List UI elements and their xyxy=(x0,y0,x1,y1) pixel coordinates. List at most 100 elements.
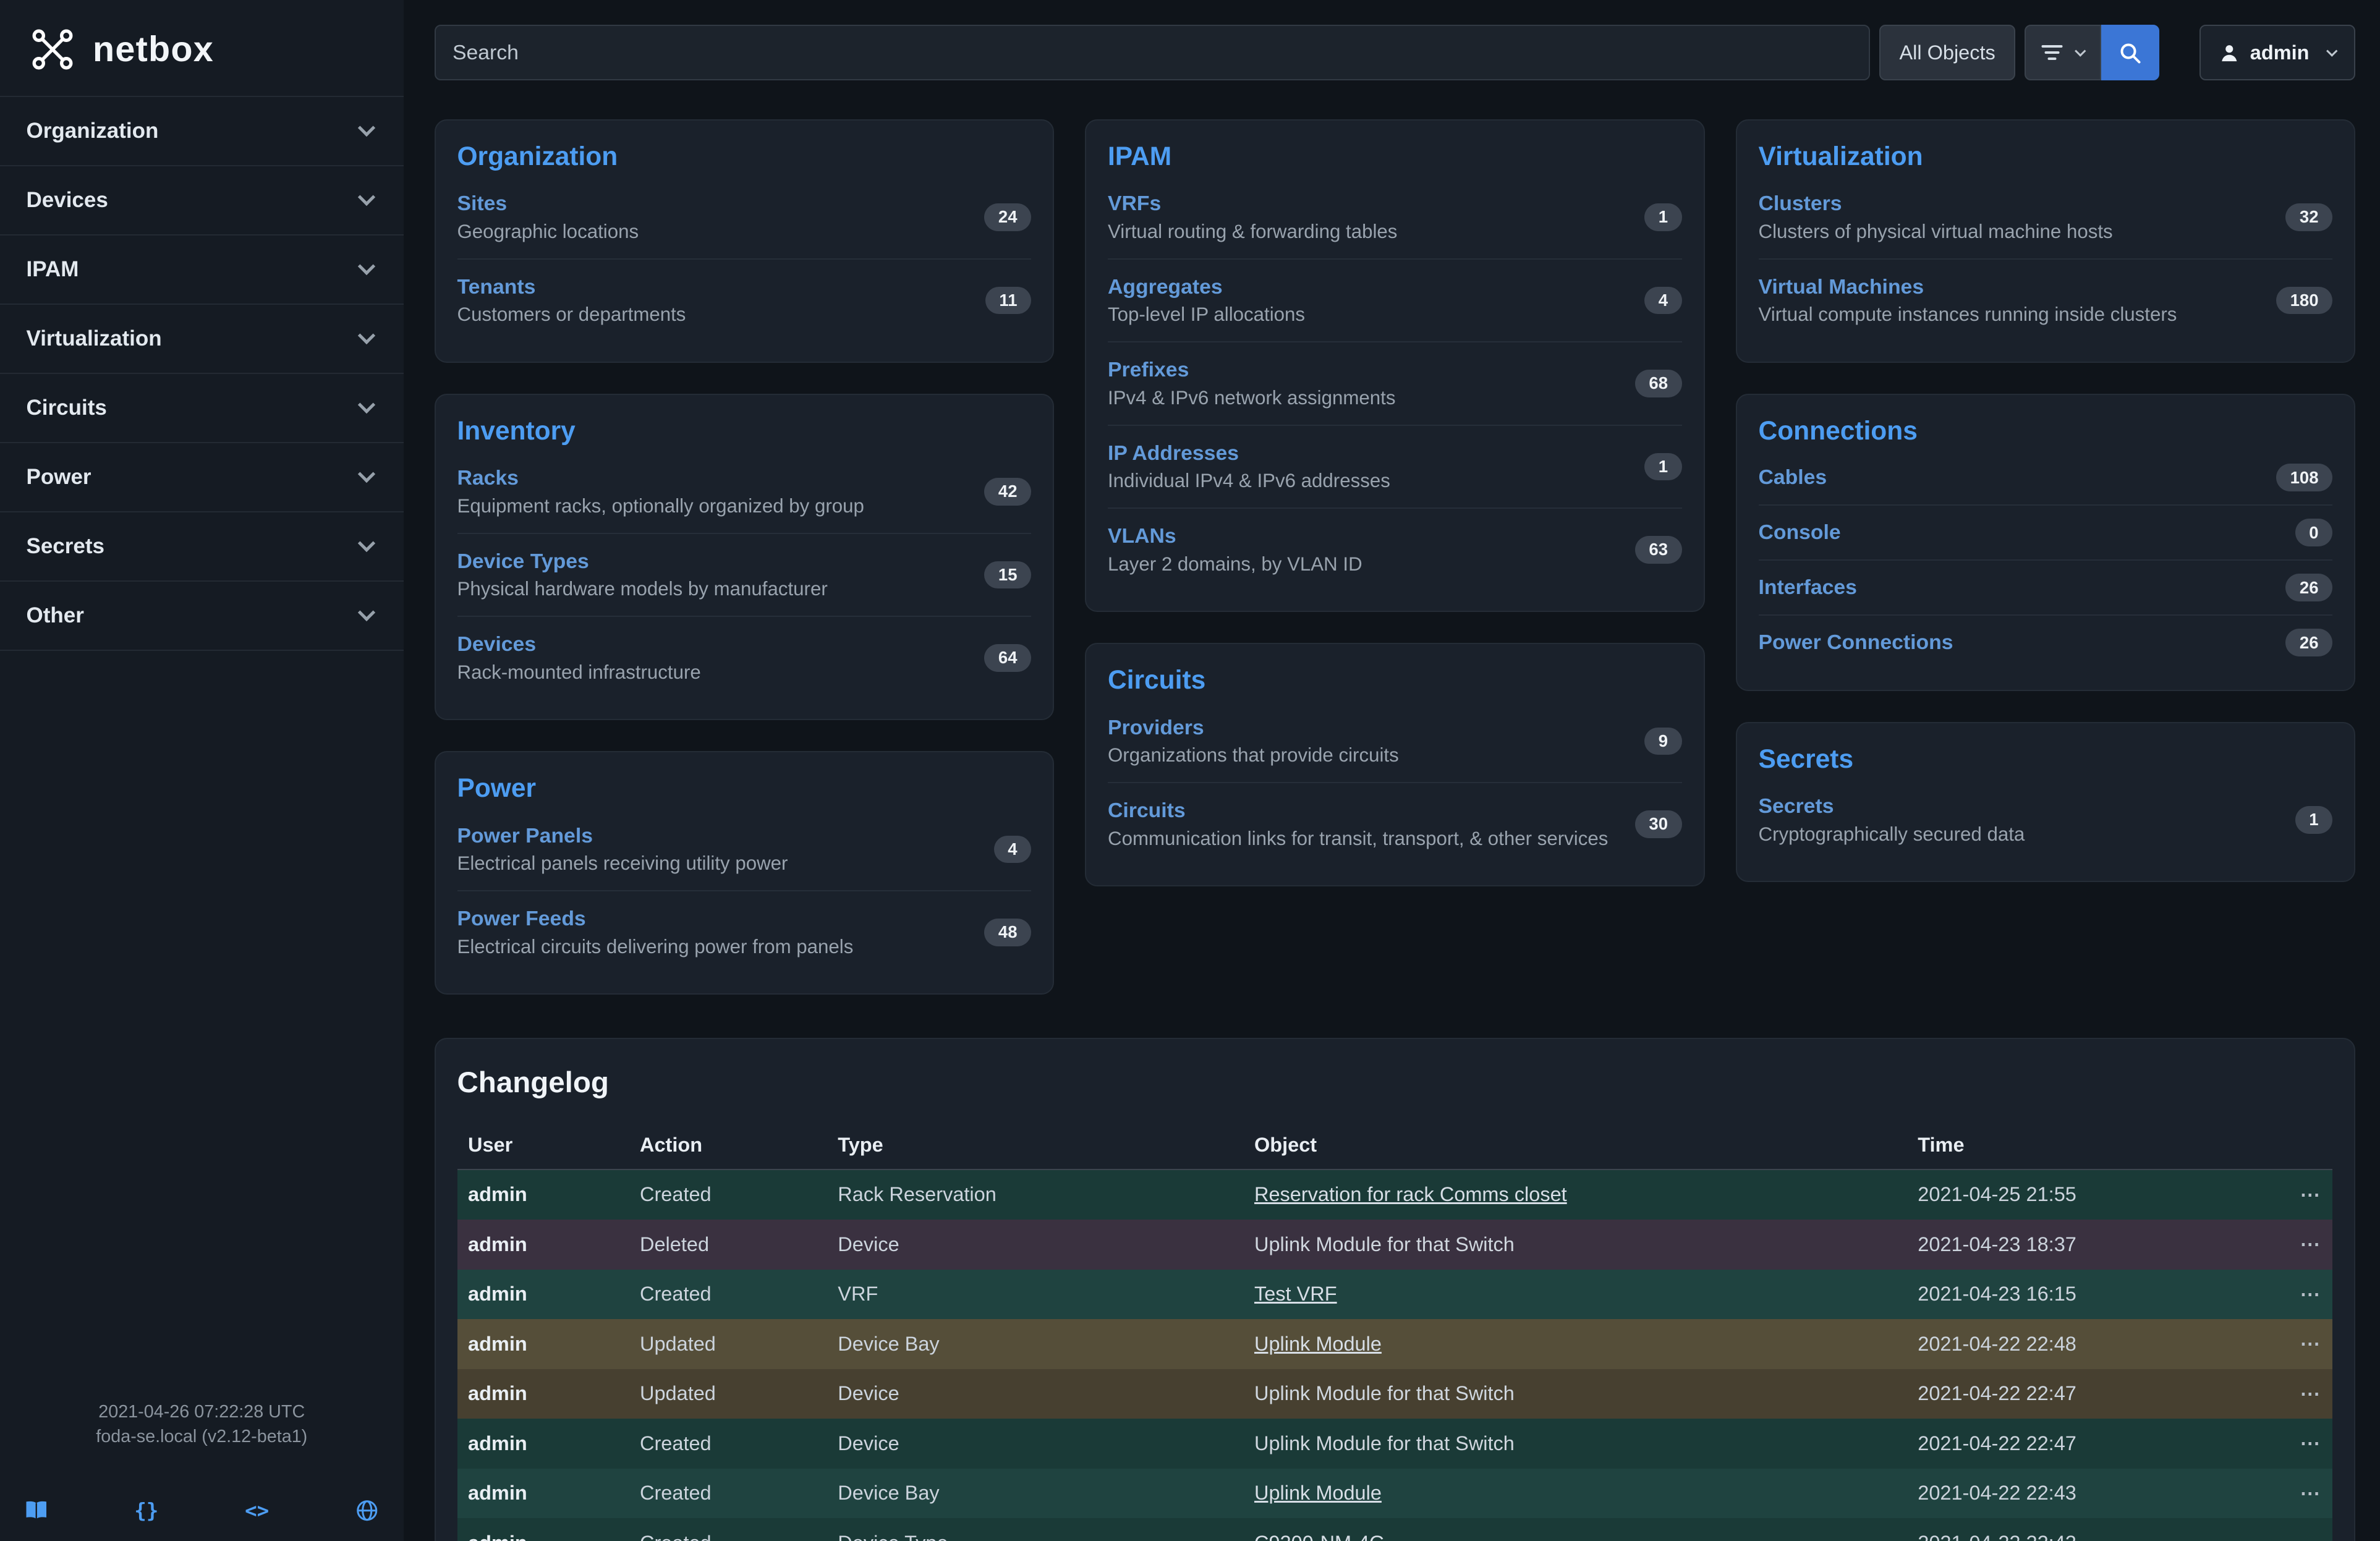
list-item[interactable]: Power Connections 26 xyxy=(1759,614,2333,669)
card-organization: Organization Sites Geographic locations … xyxy=(435,119,1055,363)
item-desc: Physical hardware models by manufacturer xyxy=(457,578,828,600)
object-link[interactable]: Uplink Module xyxy=(1254,1482,1382,1504)
count-badge: 24 xyxy=(984,203,1031,231)
row-actions-icon[interactable]: ⋯ xyxy=(2300,1184,2322,1206)
brand[interactable]: netbox xyxy=(0,0,404,96)
list-item[interactable]: Virtual Machines Virtual compute instanc… xyxy=(1759,258,2333,342)
item-name: VRFs xyxy=(1108,192,1397,216)
list-item[interactable]: VRFs Virtual routing & forwarding tables… xyxy=(1108,176,1682,258)
rest-api-braces-icon[interactable]: {} xyxy=(134,1499,158,1522)
row-actions-icon[interactable]: ⋯ xyxy=(2300,1233,2322,1255)
list-item[interactable]: Console 0 xyxy=(1759,504,2333,559)
row-actions-icon[interactable]: ⋯ xyxy=(2300,1482,2322,1505)
list-item[interactable]: Providers Organizations that provide cir… xyxy=(1108,700,1682,783)
sidebar-item-label: Secrets xyxy=(27,534,104,559)
item-desc: Cryptographically secured data xyxy=(1759,823,2025,846)
list-item[interactable]: Circuits Communication links for transit… xyxy=(1108,782,1682,865)
search-input[interactable] xyxy=(435,25,1871,80)
item-name: Prefixes xyxy=(1108,358,1396,382)
sidebar-item-secrets[interactable]: Secrets xyxy=(0,512,404,582)
list-item[interactable]: Clusters Clusters of physical virtual ma… xyxy=(1759,176,2333,258)
list-item[interactable]: Device Types Physical hardware models by… xyxy=(457,533,1032,616)
cell-object: Uplink Module for that Switch xyxy=(1243,1220,1906,1270)
code-icon[interactable]: <> xyxy=(245,1499,269,1522)
list-item[interactable]: IP Addresses Individual IPv4 & IPv6 addr… xyxy=(1108,425,1682,508)
col-header-user: User xyxy=(457,1121,629,1170)
item-name: Interfaces xyxy=(1759,575,1857,600)
count-badge: 26 xyxy=(2285,574,2332,601)
card-title: Inventory xyxy=(457,417,1032,446)
list-item[interactable]: Prefixes IPv4 & IPv6 network assignments… xyxy=(1108,341,1682,425)
item-name: Racks xyxy=(457,466,864,490)
user-icon xyxy=(2219,43,2240,63)
count-badge: 68 xyxy=(1635,370,1682,397)
sidebar-item-ipam[interactable]: IPAM xyxy=(0,236,404,305)
row-actions-icon[interactable]: ⋯ xyxy=(2300,1283,2322,1305)
object-link[interactable]: Reservation for rack Comms closet xyxy=(1254,1183,1567,1205)
list-item[interactable]: Tenants Customers or departments 11 xyxy=(457,258,1032,342)
sidebar-item-label: Power xyxy=(27,465,91,490)
cell-user: admin xyxy=(457,1220,629,1270)
list-item[interactable]: Power Feeds Electrical circuits deliveri… xyxy=(457,890,1032,974)
dashboard-column: Organization Sites Geographic locations … xyxy=(435,119,1055,995)
list-item[interactable]: Devices Rack-mounted infrastructure 64 xyxy=(457,616,1032,699)
server-host: foda-se.local (v2.12-beta1) xyxy=(0,1424,404,1449)
cell-user: admin xyxy=(457,1469,629,1519)
list-item[interactable]: Cables 108 xyxy=(1759,451,2333,504)
list-item[interactable]: Power Panels Electrical panels receiving… xyxy=(457,809,1032,891)
card-title: Connections xyxy=(1759,417,2333,446)
item-name: Circuits xyxy=(1108,799,1608,823)
row-actions-icon[interactable]: ⋯ xyxy=(2300,1383,2322,1405)
item-desc: Rack-mounted infrastructure xyxy=(457,661,701,684)
cell-user: admin xyxy=(457,1270,629,1320)
user-menu-button[interactable]: admin xyxy=(2199,25,2355,80)
sidebar-item-organization[interactable]: Organization xyxy=(0,97,404,166)
search-button[interactable] xyxy=(2101,25,2159,80)
card-title: Organization xyxy=(457,142,1032,172)
cell-menu: ⋯ xyxy=(2289,1170,2332,1220)
count-badge: 1 xyxy=(1644,453,1681,481)
row-actions-icon[interactable]: ⋯ xyxy=(2300,1432,2322,1454)
row-actions-icon[interactable]: ⋯ xyxy=(2300,1532,2322,1540)
sidebar-item-circuits[interactable]: Circuits xyxy=(0,374,404,443)
list-item[interactable]: Racks Equipment racks, optionally organi… xyxy=(457,451,1032,533)
filter-button[interactable] xyxy=(2025,25,2101,80)
sidebar-item-other[interactable]: Other xyxy=(0,582,404,651)
cell-type: Device xyxy=(827,1220,1244,1270)
object-link[interactable]: Uplink Module xyxy=(1254,1333,1382,1355)
object-link[interactable]: Test VRF xyxy=(1254,1283,1337,1305)
object-link[interactable]: C9200-NM-4G xyxy=(1254,1532,1385,1541)
chevron-down-icon xyxy=(357,535,375,552)
user-name: admin xyxy=(2250,41,2310,64)
count-badge: 180 xyxy=(2276,287,2332,315)
list-item[interactable]: Interfaces 26 xyxy=(1759,559,2333,614)
row-actions-icon[interactable]: ⋯ xyxy=(2300,1333,2322,1355)
changelog-table: User Action Type Object Time admin Creat… xyxy=(457,1121,2333,1541)
cell-type: Device xyxy=(827,1369,1244,1419)
sidebar-item-power[interactable]: Power xyxy=(0,443,404,512)
count-badge: 15 xyxy=(984,561,1031,589)
docs-book-icon[interactable] xyxy=(25,1500,48,1521)
object-type-button[interactable]: All Objects xyxy=(1879,25,2015,80)
list-item[interactable]: VLANs Layer 2 domains, by VLAN ID 63 xyxy=(1108,507,1682,591)
count-badge: 26 xyxy=(2285,629,2332,656)
table-row: admin Updated Device Uplink Module for t… xyxy=(457,1369,2333,1419)
list-item[interactable]: Sites Geographic locations 24 xyxy=(457,176,1032,258)
list-item[interactable]: Aggregates Top-level IP allocations 4 xyxy=(1108,258,1682,342)
book-icon xyxy=(25,1500,48,1521)
list-item[interactable]: Secrets Cryptographically secured data 1 xyxy=(1759,779,2333,861)
cell-object: Uplink Module xyxy=(1243,1469,1906,1519)
globe-icon[interactable] xyxy=(355,1499,379,1522)
cell-action: Created xyxy=(629,1419,827,1469)
sidebar-item-label: IPAM xyxy=(27,257,79,282)
table-row: admin Updated Device Bay Uplink Module 2… xyxy=(457,1319,2333,1369)
chevron-down-icon xyxy=(357,189,375,206)
cell-type: Device Type xyxy=(827,1518,1244,1541)
cell-object: Reservation for rack Comms closet xyxy=(1243,1170,1906,1220)
cell-menu: ⋯ xyxy=(2289,1419,2332,1469)
sidebar-item-devices[interactable]: Devices xyxy=(0,166,404,236)
app-window: netbox Organization Devices IPAM Virtual… xyxy=(0,0,2380,1541)
item-name: VLANs xyxy=(1108,524,1362,548)
count-badge: 1 xyxy=(1644,203,1681,231)
sidebar-item-virtualization[interactable]: Virtualization xyxy=(0,305,404,374)
